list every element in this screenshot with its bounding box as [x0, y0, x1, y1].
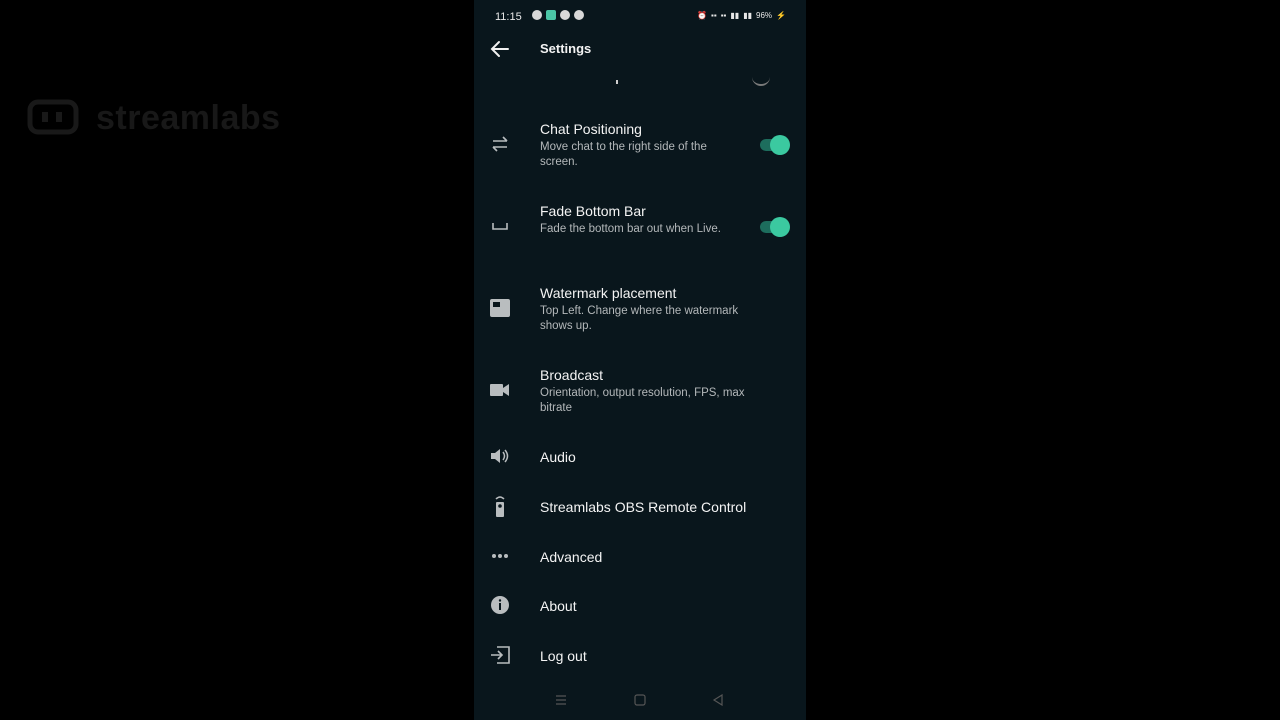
scrolled-out-setting [474, 72, 806, 86]
videocam-icon [488, 378, 512, 402]
setting-description: Orientation, output resolution, FPS, max… [540, 387, 745, 414]
back-triangle-icon[interactable] [709, 692, 727, 708]
setting-label: Audio [540, 449, 576, 465]
setting-remote-control[interactable]: Streamlabs OBS Remote Control [474, 494, 806, 520]
chat-positioning-toggle[interactable] [758, 135, 790, 155]
signal-icon-2: ▮▮ [743, 11, 753, 20]
home-button-icon[interactable] [631, 692, 649, 708]
setting-label: Advanced [540, 549, 603, 565]
system-nav-bar [474, 686, 806, 716]
setting-label: Watermark placement [540, 285, 677, 301]
setting-chat-positioning[interactable]: Chat Positioning Move chat to the right … [474, 118, 806, 176]
setting-advanced[interactable]: Advanced [474, 544, 806, 570]
setting-label: Broadcast [540, 367, 604, 383]
streamlabs-logo-icon [27, 99, 79, 135]
app-notification-icon [546, 10, 556, 20]
setting-label: Chat Positioning [540, 121, 642, 137]
discord-icon [574, 10, 584, 20]
watermark-text: streamlabs [96, 98, 281, 137]
setting-label: Streamlabs OBS Remote Control [540, 499, 747, 515]
more-horizontal-icon [488, 544, 512, 568]
network-speed-icon: ▪▪ [711, 11, 717, 20]
status-bar: 11:15 ⏰ ▪▪ ▪▪ ▮▮ ▮▮ 96% ⚡ [474, 0, 806, 32]
streamlabs-watermark: streamlabs [26, 96, 281, 140]
fade-bottom-bar-toggle[interactable] [758, 217, 790, 237]
bottom-bar-icon [488, 214, 512, 238]
facebook-icon [560, 10, 570, 20]
setting-description: Move chat to the right side of the scree… [540, 141, 707, 168]
notification-icons [532, 10, 584, 20]
setting-description: Top Left. Change where the watermark sho… [540, 305, 739, 332]
setting-label: Fade Bottom Bar [540, 203, 646, 219]
status-time: 11:15 [495, 11, 522, 23]
back-arrow-icon[interactable] [488, 38, 512, 60]
partial-text-fragment [616, 80, 618, 84]
info-icon [488, 593, 512, 617]
setting-log-out[interactable]: Log out [474, 643, 806, 669]
toggle-thumb [770, 217, 790, 237]
charging-icon: ⚡ [776, 11, 786, 20]
swap-arrows-icon [488, 132, 512, 156]
page-title: Settings [540, 41, 592, 56]
toggle-thumb [770, 135, 790, 155]
setting-description: Fade the bottom bar out when Live. [540, 223, 721, 235]
app-bar: Settings [474, 32, 806, 66]
signal-icon: ▮▮ [730, 11, 740, 20]
alarm-icon: ⏰ [697, 11, 708, 20]
setting-label: Log out [540, 648, 587, 664]
volte-icon: ▪▪ [720, 11, 727, 20]
speaker-icon [488, 444, 512, 468]
setting-audio[interactable]: Audio [474, 444, 806, 470]
logout-icon [488, 643, 512, 667]
setting-about[interactable]: About [474, 593, 806, 619]
whatsapp-icon [532, 10, 542, 20]
recents-menu-icon[interactable] [552, 692, 570, 708]
phone-screen: 11:15 ⏰ ▪▪ ▪▪ ▮▮ ▮▮ 96% ⚡ Settings Chat … [474, 0, 806, 720]
setting-broadcast[interactable]: Broadcast Orientation, output resolution… [474, 364, 806, 422]
setting-label: About [540, 598, 577, 614]
system-status-icons: ⏰ ▪▪ ▪▪ ▮▮ ▮▮ 96% ⚡ [697, 11, 786, 20]
partial-toggle [752, 72, 770, 86]
watermark-icon [488, 296, 512, 320]
setting-watermark-placement[interactable]: Watermark placement Top Left. Change whe… [474, 282, 806, 340]
battery-level: 96% [756, 11, 773, 20]
setting-fade-bottom-bar[interactable]: Fade Bottom Bar Fade the bottom bar out … [474, 200, 806, 258]
remote-icon [488, 494, 512, 518]
